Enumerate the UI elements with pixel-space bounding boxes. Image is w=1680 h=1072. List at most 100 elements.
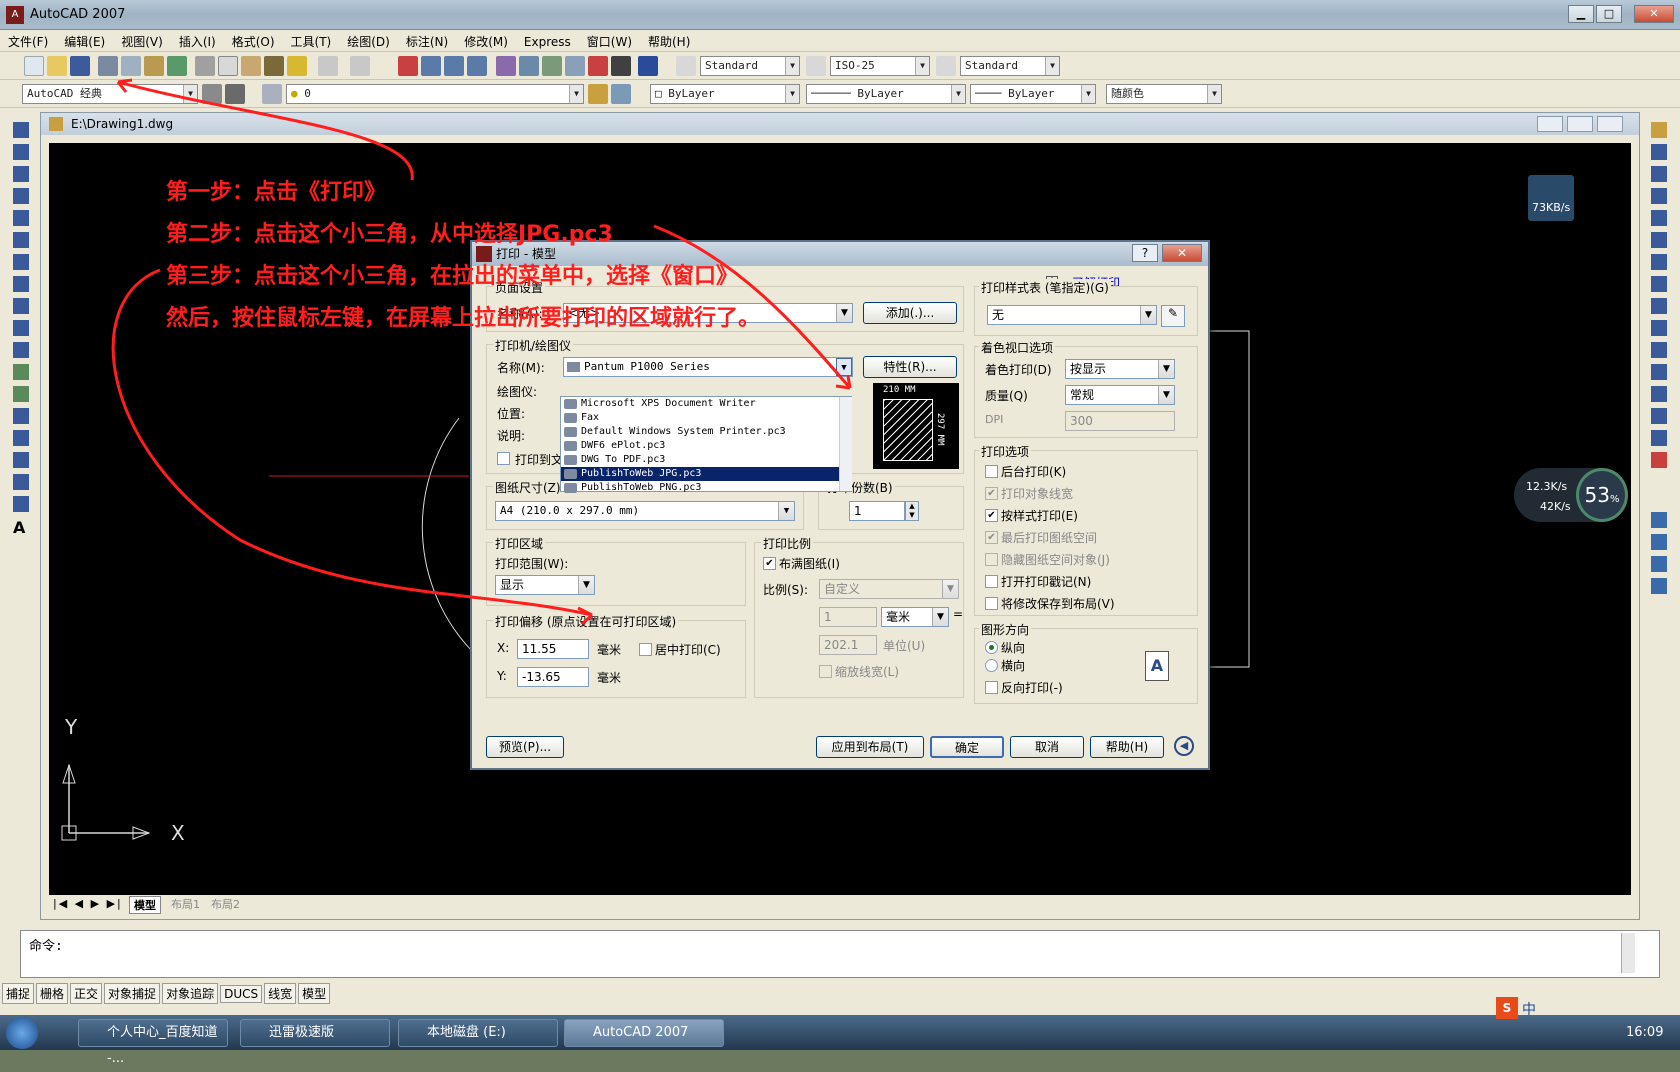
hatch-icon[interactable] — [13, 430, 29, 446]
tab-layout2[interactable]: 布局2 — [207, 896, 244, 912]
status-ducs[interactable]: DUCS — [220, 985, 263, 1003]
chevron-down-icon[interactable]: ▼ — [836, 304, 852, 322]
point-icon[interactable] — [13, 408, 29, 424]
maximize-button[interactable]: □ — [1596, 5, 1622, 23]
chevron-down-icon[interactable]: ▼ — [785, 57, 799, 75]
zoom-previous-icon[interactable] — [467, 56, 487, 76]
erase-icon[interactable] — [1651, 122, 1667, 138]
offset-icon[interactable] — [1651, 188, 1667, 204]
scale-ratio-combo[interactable]: 自定义 ▼ — [819, 579, 959, 599]
chevron-down-icon[interactable]: ▼ — [1207, 85, 1221, 103]
taskbar-item-explorer[interactable]: 本地磁盘 (E:) — [398, 1019, 558, 1047]
chevron-down-icon[interactable]: ▼ — [569, 85, 583, 103]
print-to-file-checkbox[interactable] — [497, 452, 510, 465]
color-combo[interactable]: □ ByLayer ▼ — [650, 84, 800, 104]
start-button[interactable] — [6, 1017, 38, 1049]
tab-layout1[interactable]: 布局1 — [167, 896, 204, 912]
printer-properties-button[interactable]: 特性(R)... — [863, 356, 957, 378]
help-icon[interactable] — [638, 56, 658, 76]
sogou-ime-icon[interactable]: S — [1496, 997, 1518, 1019]
doc-close-button[interactable] — [1597, 116, 1623, 132]
net-speed-widget[interactable]: 73KB/s — [1528, 175, 1574, 221]
properties-icon[interactable] — [496, 56, 516, 76]
cancel-button[interactable]: 取消 — [1010, 736, 1084, 758]
status-snap[interactable]: 捕捉 — [2, 983, 35, 1004]
taskbar-item-autocad[interactable]: AutoCAD 2007 — [564, 1019, 724, 1047]
chevron-down-icon[interactable]: ▼ — [1158, 386, 1174, 404]
block-editor-icon[interactable] — [287, 56, 307, 76]
printer-option[interactable]: Default Windows System Printer.pc3 — [561, 425, 851, 439]
fit-to-paper-checkbox[interactable]: ✔ — [763, 557, 776, 570]
explode-icon[interactable] — [1651, 452, 1667, 468]
ime-mode[interactable]: 中 — [1522, 999, 1536, 1019]
dim-style-combo[interactable]: ISO-25 ▼ — [830, 56, 930, 76]
array-icon[interactable] — [1651, 210, 1667, 226]
preview-button[interactable]: 预览(P)... — [486, 736, 564, 758]
mirror-icon[interactable] — [1651, 166, 1667, 182]
menu-draw[interactable]: 绘图(D) — [339, 30, 398, 53]
chevron-down-icon[interactable]: ▼ — [932, 608, 948, 626]
stretch-icon[interactable] — [1651, 298, 1667, 314]
copies-spinner[interactable]: ▲ ▼ — [905, 501, 919, 521]
polyline-icon[interactable] — [13, 166, 29, 182]
table-style-icon[interactable] — [936, 56, 956, 76]
rotate-icon[interactable] — [1651, 254, 1667, 270]
workspace-settings-icon[interactable] — [202, 84, 222, 104]
dim-style-icon[interactable] — [806, 56, 826, 76]
paper-size-combo[interactable]: A4 (210.0 x 297.0 mm) ▼ — [495, 501, 795, 521]
menu-express[interactable]: Express — [516, 32, 579, 52]
hide-paperspace-checkbox[interactable] — [985, 553, 998, 566]
text-style-icon[interactable] — [676, 56, 696, 76]
rectangle-icon[interactable] — [13, 210, 29, 226]
draworder-under-icon[interactable] — [1651, 578, 1667, 594]
portrait-radio[interactable] — [985, 641, 998, 654]
menu-dimension[interactable]: 标注(N) — [398, 30, 456, 53]
table-icon[interactable] — [13, 496, 29, 512]
command-scrollbar[interactable] — [1621, 933, 1635, 973]
plot-lineweights-checkbox[interactable]: ✔ — [985, 487, 998, 500]
polygon-icon[interactable] — [13, 188, 29, 204]
layer-manager-icon[interactable] — [262, 84, 282, 104]
scale-icon[interactable] — [1651, 276, 1667, 292]
printer-name-combo[interactable]: Pantum P1000 Series ▼ — [563, 357, 853, 377]
scale-mm-input[interactable]: 1 — [819, 607, 877, 627]
plot-range-combo[interactable]: 显示 ▼ — [495, 575, 595, 595]
menu-edit[interactable]: 编辑(E) — [56, 30, 113, 53]
edit-style-icon[interactable]: ✎ — [1161, 305, 1185, 327]
cut-icon[interactable] — [195, 56, 215, 76]
chevron-down-icon[interactable]: ▼ — [951, 85, 965, 103]
ellipse-icon[interactable] — [13, 320, 29, 336]
chevron-down-icon[interactable]: ▼ — [942, 580, 958, 598]
draworder-back-icon[interactable] — [1651, 534, 1667, 550]
status-model[interactable]: 模型 — [298, 983, 331, 1004]
scale-unit-combo[interactable]: 毫米 ▼ — [881, 607, 949, 627]
pan-icon[interactable] — [398, 56, 418, 76]
calculator-icon[interactable] — [611, 56, 631, 76]
copies-input[interactable]: 1 — [849, 501, 905, 521]
3d-dwf-icon[interactable] — [167, 56, 187, 76]
status-osnap[interactable]: 对象捕捉 — [104, 983, 161, 1004]
printer-option[interactable]: DWG To PDF.pc3 — [561, 453, 851, 467]
open-icon[interactable] — [47, 56, 67, 76]
arc-icon[interactable] — [13, 232, 29, 248]
save-workspace-icon[interactable] — [225, 84, 245, 104]
status-otrack[interactable]: 对象追踪 — [162, 983, 219, 1004]
printer-option[interactable]: PublishToWeb PNG.pc3 — [561, 481, 851, 495]
make-current-layer-icon[interactable] — [588, 84, 608, 104]
scale-units-input[interactable]: 202.1 — [819, 635, 877, 655]
zoom-window-icon[interactable] — [444, 56, 464, 76]
status-ortho[interactable]: 正交 — [70, 983, 103, 1004]
tab-model[interactable]: 模型 — [129, 896, 161, 914]
collapse-dialog-icon[interactable]: ◀ — [1174, 736, 1194, 756]
chevron-down-icon[interactable]: ▼ — [1140, 306, 1156, 324]
chamfer-icon[interactable] — [1651, 408, 1667, 424]
plot-paperspace-last-checkbox[interactable]: ✔ — [985, 531, 998, 544]
plot-preview-icon[interactable] — [121, 56, 141, 76]
draworder-front-icon[interactable] — [1651, 512, 1667, 528]
list-scrollbar[interactable] — [839, 397, 852, 491]
move-icon[interactable] — [1651, 232, 1667, 248]
help-button[interactable]: 帮助(H) — [1090, 736, 1164, 758]
workspace-combo[interactable]: AutoCAD 经典 ▼ — [22, 84, 198, 104]
copy-object-icon[interactable] — [1651, 144, 1667, 160]
plot-style-table-combo[interactable]: 无 ▼ — [987, 305, 1157, 325]
